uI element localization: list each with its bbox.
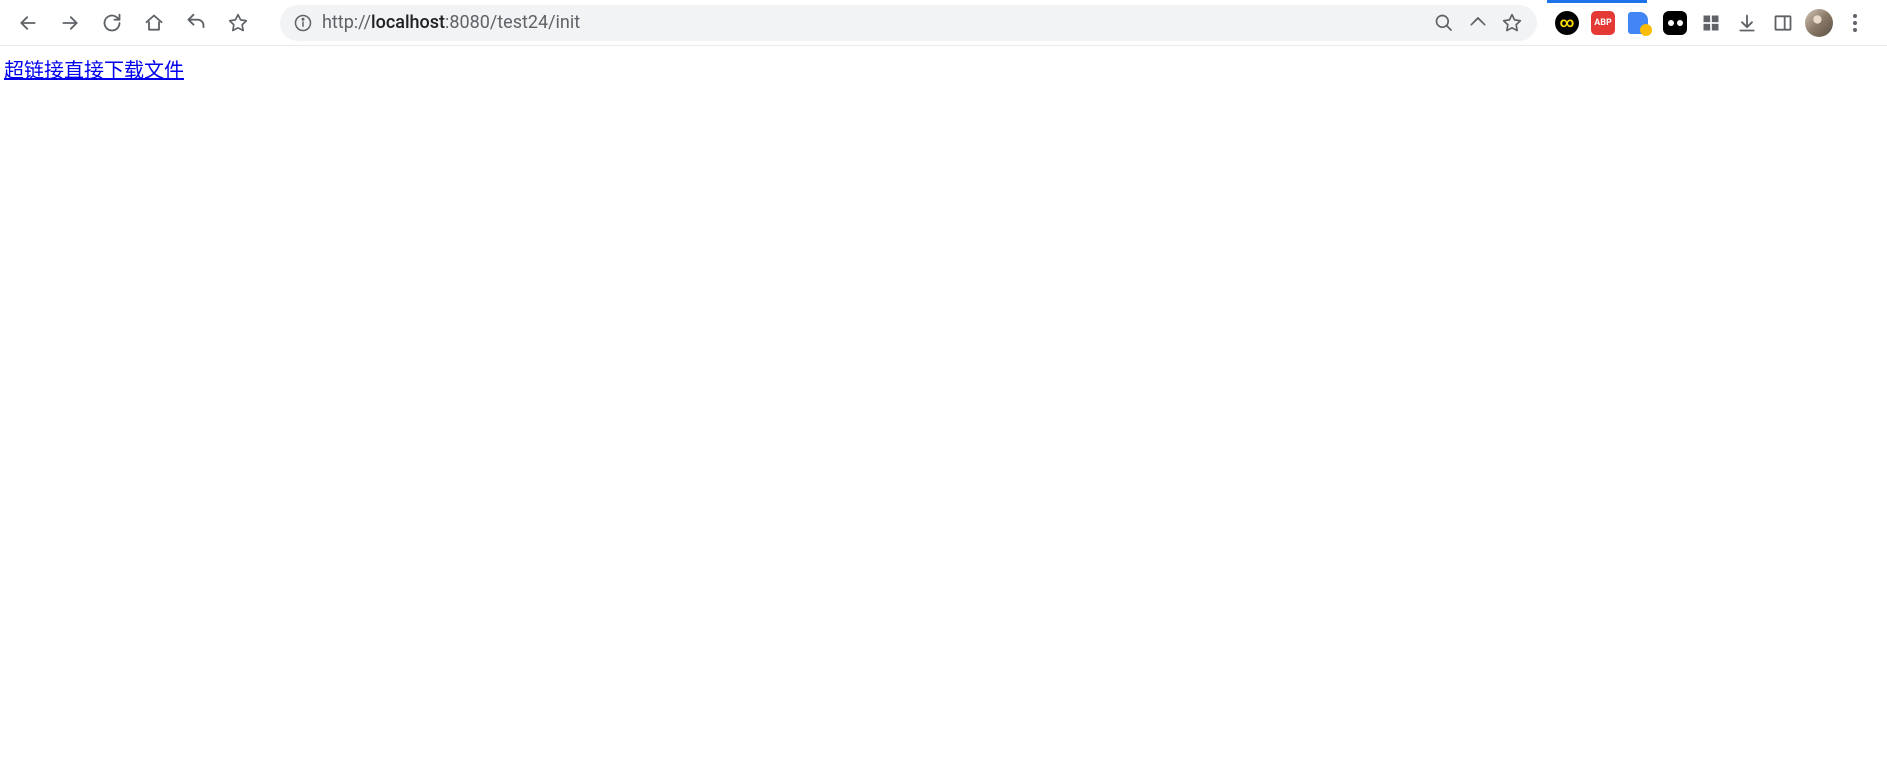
dark-eyes-icon (1663, 11, 1687, 35)
arrow-right-icon (60, 13, 80, 33)
side-panel-button[interactable] (1767, 7, 1799, 39)
share-button[interactable] (1467, 12, 1489, 34)
download-link[interactable]: 超链接直接下载文件 (4, 60, 184, 82)
profile-button[interactable] (1803, 7, 1835, 39)
home-icon (144, 13, 164, 33)
star-nav-button[interactable] (218, 3, 258, 43)
page-content: 超链接直接下载文件 (0, 46, 1887, 91)
url-host: localhost (371, 12, 445, 33)
toolbar-right: ∞ ABP (1551, 7, 1879, 39)
apps-grid-icon (1701, 13, 1721, 33)
side-panel-icon (1773, 13, 1793, 33)
apps-button[interactable] (1695, 7, 1727, 39)
star-outline-icon (1502, 13, 1522, 33)
forward-button[interactable] (50, 3, 90, 43)
browser-toolbar: http://localhost:8080/test24/init ∞ ABP (0, 0, 1887, 46)
zoom-icon (1434, 13, 1454, 33)
reload-icon (102, 13, 122, 33)
star-icon (228, 13, 248, 33)
bookmark-button[interactable] (1501, 12, 1523, 34)
extension-note[interactable] (1623, 7, 1655, 39)
address-bar[interactable]: http://localhost:8080/test24/init (280, 5, 1537, 41)
avatar-icon (1805, 9, 1833, 37)
extension-dark[interactable] (1659, 7, 1691, 39)
downloads-button[interactable] (1731, 7, 1763, 39)
url-protocol: http:// (322, 12, 371, 33)
share-icon (1468, 13, 1488, 33)
url-text[interactable]: http://localhost:8080/test24/init (322, 12, 1423, 33)
extension-infinity[interactable]: ∞ (1551, 7, 1583, 39)
loading-indicator (1547, 0, 1647, 3)
note-icon (1628, 12, 1650, 34)
kebab-menu-icon (1853, 14, 1857, 32)
zoom-button[interactable] (1433, 12, 1455, 34)
undo-icon (186, 13, 206, 33)
undo-button[interactable] (176, 3, 216, 43)
url-path: :8080/test24/init (445, 12, 580, 33)
infinity-icon: ∞ (1555, 11, 1579, 35)
reload-button[interactable] (92, 3, 132, 43)
site-info-icon[interactable] (294, 14, 312, 32)
download-icon (1737, 13, 1757, 33)
extension-abp[interactable]: ABP (1587, 7, 1619, 39)
abp-icon: ABP (1591, 11, 1615, 35)
menu-button[interactable] (1839, 7, 1871, 39)
back-button[interactable] (8, 3, 48, 43)
address-bar-actions (1433, 12, 1523, 34)
arrow-left-icon (18, 13, 38, 33)
home-button[interactable] (134, 3, 174, 43)
